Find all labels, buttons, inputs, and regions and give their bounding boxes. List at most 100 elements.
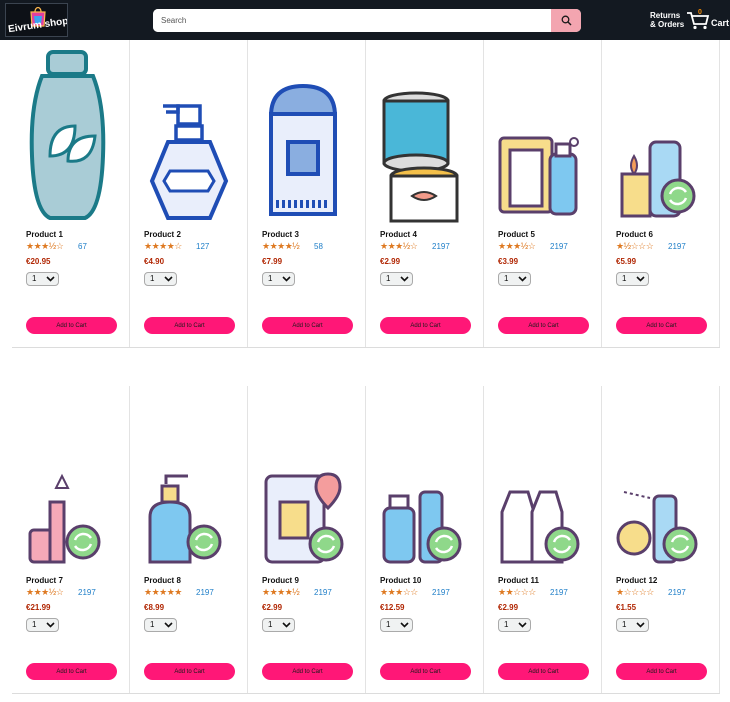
add-to-cart-button[interactable]: Add to Cart: [498, 663, 589, 680]
review-count[interactable]: 2197: [550, 588, 568, 597]
water-bottles-recycle-icon[interactable]: [374, 392, 469, 574]
add-to-cart-button[interactable]: Add to Cart: [26, 663, 117, 680]
quantity-value: 1: [268, 274, 273, 283]
chevron-down-icon: [400, 620, 409, 631]
product-name[interactable]: Product 1: [26, 230, 63, 239]
product-price: €12.59: [380, 603, 405, 612]
soap-pump-recycle-icon[interactable]: [138, 392, 233, 574]
review-count[interactable]: 127: [196, 242, 209, 251]
add-to-cart-button[interactable]: Add to Cart: [26, 317, 117, 334]
rating-stars[interactable]: ★★☆☆☆: [498, 587, 536, 598]
add-to-cart-button[interactable]: Add to Cart: [144, 663, 235, 680]
deodorant-stick-icon[interactable]: [256, 46, 351, 228]
search-button[interactable]: [551, 9, 581, 32]
quantity-value: 1: [504, 274, 509, 283]
cart-button[interactable]: 0 Cart: [686, 9, 730, 32]
quantity-select[interactable]: 1: [144, 618, 177, 632]
product-name[interactable]: Product 5: [498, 230, 535, 239]
rating-stars[interactable]: ★★★½☆: [26, 241, 64, 252]
rating-stars[interactable]: ★★★★½: [262, 241, 300, 252]
quantity-select[interactable]: 1: [616, 618, 649, 632]
quantity-select[interactable]: 1: [26, 272, 59, 286]
quantity-select[interactable]: 1: [616, 272, 649, 286]
product-card: Product 6 ★½☆☆☆ 2197 €5.99 1 Add to Cart: [602, 40, 720, 347]
quantity-value: 1: [32, 274, 37, 283]
product-name[interactable]: Product 8: [144, 576, 181, 585]
perfume-pump-icon[interactable]: [138, 46, 233, 228]
rating-stars[interactable]: ★½☆☆☆: [616, 241, 654, 252]
canned-food-icon[interactable]: [374, 46, 469, 228]
rating-stars[interactable]: ★★★★☆: [144, 241, 182, 252]
search-input[interactable]: [153, 9, 551, 32]
quantity-select[interactable]: 1: [262, 618, 295, 632]
add-to-cart-button[interactable]: Add to Cart: [616, 317, 707, 334]
rating-stars[interactable]: ★★★½☆: [380, 241, 418, 252]
add-to-cart-button[interactable]: Add to Cart: [380, 663, 471, 680]
rating-stars[interactable]: ★★★½☆: [498, 241, 536, 252]
quantity-select[interactable]: 1: [26, 618, 59, 632]
rating-stars[interactable]: ★★★★½: [262, 587, 300, 598]
coffee-location-recycle-icon[interactable]: [256, 392, 351, 574]
spray-face-recycle-icon[interactable]: [610, 392, 705, 574]
cart-label: Cart: [711, 18, 730, 28]
product-card: Product 12 ★☆☆☆☆ 2197 €1.55 1 Add to Car…: [602, 386, 720, 693]
review-count[interactable]: 2197: [314, 588, 332, 597]
chevron-down-icon: [46, 620, 55, 631]
rating-stars[interactable]: ★★★½☆: [26, 587, 64, 598]
add-to-cart-button[interactable]: Add to Cart: [262, 663, 353, 680]
review-count[interactable]: 2197: [432, 242, 450, 251]
product-name[interactable]: Product 12: [616, 576, 657, 585]
review-count[interactable]: 2197: [78, 588, 96, 597]
product-price: €2.99: [262, 603, 283, 612]
product-name[interactable]: Product 11: [498, 576, 539, 585]
product-price: €8.99: [144, 603, 165, 612]
review-count[interactable]: 2197: [550, 242, 568, 251]
product-name[interactable]: Product 6: [616, 230, 653, 239]
review-count[interactable]: 2197: [196, 588, 214, 597]
quantity-select[interactable]: 1: [262, 272, 295, 286]
product-name[interactable]: Product 2: [144, 230, 181, 239]
product-price: €21.99: [26, 603, 51, 612]
add-to-cart-button[interactable]: Add to Cart: [144, 317, 235, 334]
returns-line1: Returns: [650, 11, 681, 20]
product-name[interactable]: Product 3: [262, 230, 299, 239]
product-price: €4.90: [144, 257, 165, 266]
quantity-value: 1: [504, 620, 509, 629]
top-navbar: Eivrum shop Returns & Orders 0 Cart: [0, 0, 730, 40]
quantity-value: 1: [150, 274, 155, 283]
shop-logo[interactable]: Eivrum shop: [5, 3, 68, 37]
product-name[interactable]: Product 7: [26, 576, 63, 585]
review-count[interactable]: 2197: [432, 588, 450, 597]
chevron-down-icon: [518, 620, 527, 631]
product-name[interactable]: Product 9: [262, 576, 299, 585]
cosmetics-recycle-icon[interactable]: [20, 392, 115, 574]
product-name[interactable]: Product 4: [380, 230, 417, 239]
chevron-down-icon: [164, 620, 173, 631]
add-to-cart-button[interactable]: Add to Cart: [616, 663, 707, 680]
shampoo-bottle-icon[interactable]: [20, 46, 115, 228]
rating-stars[interactable]: ★☆☆☆☆: [616, 587, 654, 598]
quantity-select[interactable]: 1: [498, 618, 531, 632]
returns-line2: & Orders: [650, 20, 685, 29]
milk-bottles-recycle-icon[interactable]: [492, 392, 587, 574]
add-to-cart-button[interactable]: Add to Cart: [498, 317, 589, 334]
quantity-select[interactable]: 1: [498, 272, 531, 286]
soap-dispenser-icon[interactable]: [492, 46, 587, 228]
review-count[interactable]: 2197: [668, 242, 686, 251]
add-to-cart-button[interactable]: Add to Cart: [262, 317, 353, 334]
review-count[interactable]: 58: [314, 242, 323, 251]
lighter-aerosol-recycle-icon[interactable]: [610, 46, 705, 228]
rating-stars[interactable]: ★★★★★: [144, 587, 182, 598]
returns-orders-link[interactable]: Returns & Orders: [650, 11, 690, 29]
quantity-select[interactable]: 1: [380, 618, 413, 632]
product-name[interactable]: Product 10: [380, 576, 421, 585]
quantity-select[interactable]: 1: [144, 272, 177, 286]
review-count[interactable]: 67: [78, 242, 87, 251]
review-count[interactable]: 2197: [668, 588, 686, 597]
product-card: Product 10 ★★★☆☆ 2197 €12.59 1 Add to Ca…: [366, 386, 484, 693]
add-to-cart-button[interactable]: Add to Cart: [380, 317, 471, 334]
rating-stars[interactable]: ★★★☆☆: [380, 587, 418, 598]
product-price: €1.55: [616, 603, 637, 612]
chevron-down-icon: [518, 274, 527, 285]
quantity-select[interactable]: 1: [380, 272, 413, 286]
